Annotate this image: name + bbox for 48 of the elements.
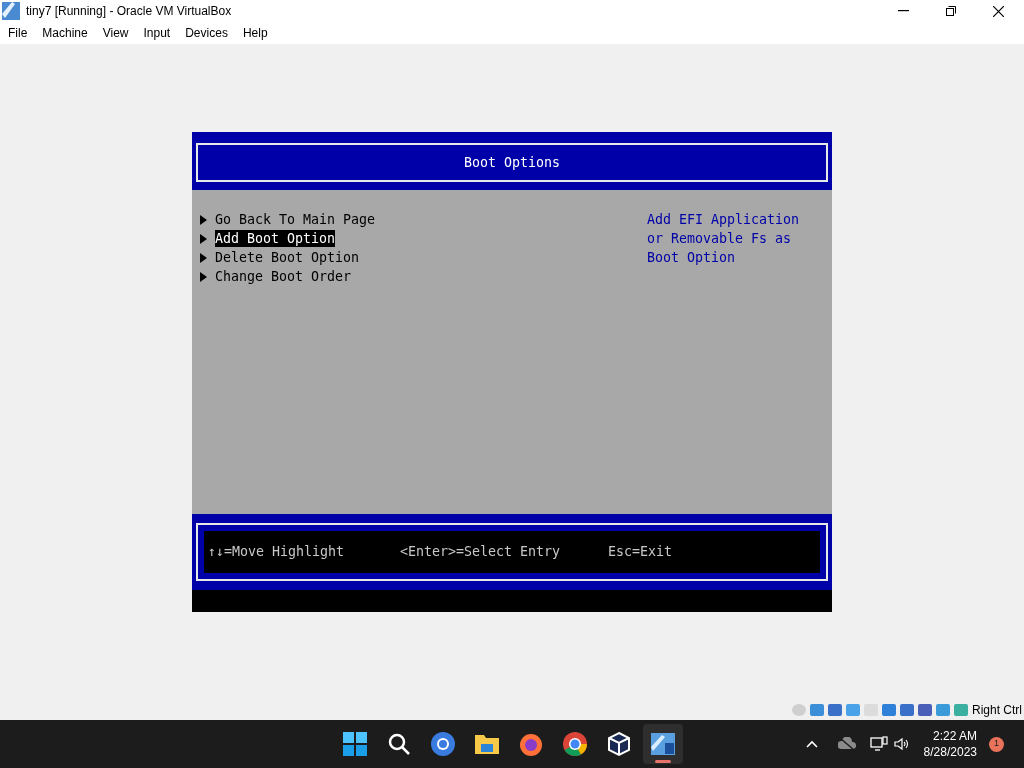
key-hint: <Enter>=Select Entry <box>400 543 562 562</box>
browser-icon <box>430 731 456 757</box>
firefox-icon <box>518 731 544 757</box>
triangle-icon <box>200 252 207 263</box>
key-hint: Esc=Exit <box>608 543 673 562</box>
host-key-label: Right Ctrl <box>972 702 1022 719</box>
device-status-icon[interactable] <box>899 702 915 718</box>
menu-item[interactable]: Input <box>143 24 171 42</box>
vm-window-icon <box>650 731 676 757</box>
key-hint: ↑↓=Move Highlight <box>208 543 346 562</box>
search-icon <box>387 732 411 756</box>
window-title: tiny7 [Running] - Oracle VM VirtualBox <box>26 3 232 20</box>
minimize-icon[interactable] <box>898 10 909 12</box>
maximize-icon[interactable] <box>946 6 956 16</box>
network-icon[interactable] <box>869 736 888 752</box>
app-icon <box>2 2 20 20</box>
menu-item[interactable]: View <box>102 24 129 42</box>
chevron-up-icon[interactable] <box>805 740 818 748</box>
device-status-icon[interactable] <box>935 702 951 718</box>
help-text: Add EFI Application or Removable Fs as Boot Option <box>647 211 800 267</box>
boot-menu-item[interactable]: Go Back To Main Page <box>215 211 376 228</box>
clock-date: 8/28/2023 <box>923 744 977 760</box>
device-status-icon[interactable] <box>827 702 843 718</box>
chrome-icon <box>562 731 588 757</box>
menu-item[interactable]: Devices <box>185 24 228 42</box>
triangle-icon <box>200 214 207 225</box>
boot-menu-item[interactable]: Change Boot Order <box>215 268 352 285</box>
close-icon[interactable] <box>993 5 1004 17</box>
taskbar-button[interactable] <box>643 724 683 764</box>
device-status-icon[interactable] <box>881 702 897 718</box>
device-status-icon[interactable] <box>917 702 933 718</box>
speaker-icon[interactable] <box>893 737 910 751</box>
cloud-icon[interactable] <box>837 737 856 751</box>
menu-item[interactable]: Machine <box>42 24 88 42</box>
menu-item[interactable]: Help <box>242 24 268 42</box>
boot-menu-item[interactable]: Add Boot Option <box>215 230 336 247</box>
windows-logo-icon <box>343 732 367 756</box>
device-status-icon[interactable] <box>809 702 825 718</box>
triangle-icon <box>200 233 207 244</box>
boot-menu-item[interactable]: Delete Boot Option <box>215 249 360 266</box>
cube-icon <box>607 731 631 757</box>
folder-icon <box>474 732 500 756</box>
notification-badge[interactable]: 1 <box>989 736 1004 752</box>
clock[interactable]: 2:22 AM 8/28/2023 <box>923 728 977 760</box>
clock-time: 2:22 AM <box>932 728 977 744</box>
triangle-icon <box>200 271 207 282</box>
menu-item[interactable]: File <box>8 24 28 42</box>
screen-title: Boot Options <box>463 153 561 172</box>
